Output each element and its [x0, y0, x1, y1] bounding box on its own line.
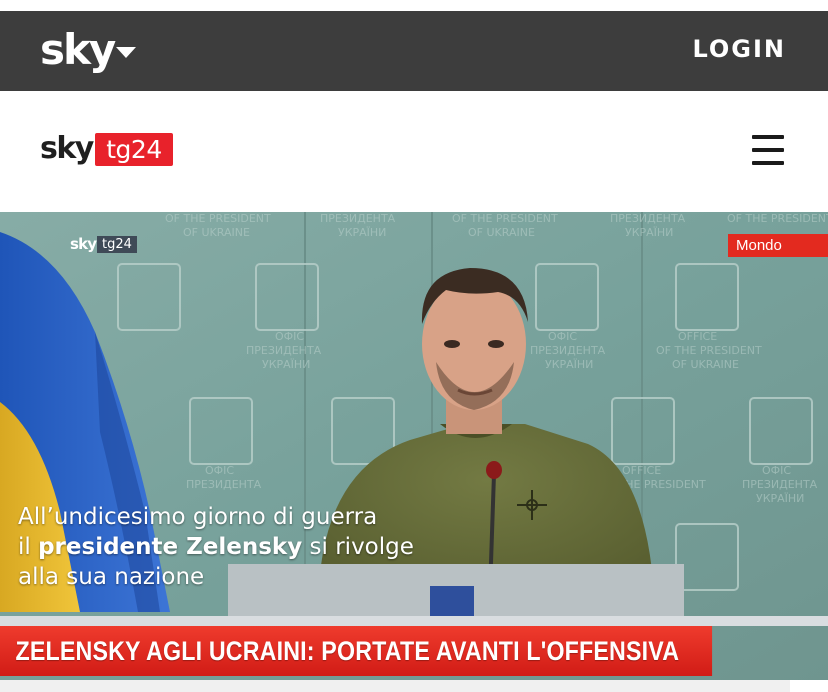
svg-text:ОФІС: ОФІС: [275, 330, 304, 343]
svg-text:ПРЕЗИДЕНТА: ПРЕЗИДЕНТА: [320, 212, 396, 225]
svg-text:ПРЕЗИДЕНТА: ПРЕЗИДЕНТА: [246, 344, 322, 357]
svg-text:ПРЕЗИДЕНТА: ПРЕЗИДЕНТА: [186, 478, 262, 491]
video-player[interactable]: OF THE PRESIDENT OF UKRAINE ПРЕЗИДЕНТА У…: [0, 212, 828, 680]
watermark-tg24-text: tg24: [97, 236, 137, 253]
menu-bar: [752, 148, 784, 152]
svg-text:OFFICE: OFFICE: [622, 464, 661, 477]
svg-text:OF THE PRESIDENT: OF THE PRESIDENT: [452, 212, 558, 225]
svg-text:ПРЕЗИДЕНТА: ПРЕЗИДЕНТА: [610, 212, 686, 225]
sky-brand-logo[interactable]: sky: [40, 25, 116, 75]
caption-bold: presidente Zelensky: [38, 534, 303, 560]
svg-text:ПРЕЗИДЕНТА: ПРЕЗИДЕНТА: [530, 344, 606, 357]
lower-third-strip: [0, 616, 828, 626]
menu-bar: [752, 161, 784, 165]
video-caption: All’undicesimo giorno di guerra il presi…: [18, 502, 458, 592]
page-footer-strip: [0, 680, 790, 692]
svg-text:ПРЕЗИДЕНТА: ПРЕЗИДЕНТА: [742, 478, 818, 491]
svg-text:OF UKRAINE: OF UKRAINE: [183, 226, 250, 239]
caption-line-3: alla sua nazione: [18, 564, 205, 590]
caption-line-1: All’undicesimo giorno di guerra: [18, 504, 378, 530]
category-badge: Mondo: [728, 234, 828, 257]
video-frame-image: OF THE PRESIDENT OF UKRAINE ПРЕЗИДЕНТА У…: [0, 212, 828, 680]
caption-suffix: si rivolge: [302, 534, 414, 560]
logo-sky-text: sky: [40, 131, 94, 166]
watermark-sky-text: sky: [70, 235, 97, 253]
login-button[interactable]: LOGIN: [692, 35, 786, 63]
tg24-header: sky tg24: [0, 91, 828, 212]
svg-text:УКРАЇНИ: УКРАЇНИ: [756, 492, 804, 505]
svg-text:УКРАЇНИ: УКРАЇНИ: [625, 226, 673, 239]
caption-line-2: il presidente Zelensky si rivolge: [18, 532, 458, 562]
hamburger-menu-icon[interactable]: [752, 135, 784, 165]
svg-text:OF THE PRESIDENT: OF THE PRESIDENT: [656, 344, 762, 357]
caption-prefix: il: [18, 534, 39, 560]
svg-text:УКРАЇНИ: УКРАЇНИ: [338, 226, 386, 239]
svg-text:OF THE PRESIDENT: OF THE PRESIDENT: [165, 212, 271, 225]
menu-bar: [752, 135, 784, 139]
svg-text:УКРАЇНИ: УКРАЇНИ: [545, 358, 593, 371]
chevron-down-icon[interactable]: [116, 47, 136, 58]
svg-text:OF UKRAINE: OF UKRAINE: [672, 358, 739, 371]
sky-top-bar: sky LOGIN: [0, 11, 828, 91]
svg-text:OF THE PRESIDENT: OF THE PRESIDENT: [727, 212, 828, 225]
svg-text:ОФІС: ОФІС: [205, 464, 234, 477]
svg-text:ОФІС: ОФІС: [762, 464, 791, 477]
svg-text:OF UKRAINE: OF UKRAINE: [468, 226, 535, 239]
svg-text:OFFICE: OFFICE: [678, 330, 717, 343]
svg-text:УКРАЇНИ: УКРАЇНИ: [262, 358, 310, 371]
headline-banner: ZELENSKY AGLI UCRAINI: PORTATE AVANTI L'…: [0, 626, 713, 676]
svg-text:ОФІС: ОФІС: [548, 330, 577, 343]
logo-tg24-text: tg24: [95, 133, 173, 166]
